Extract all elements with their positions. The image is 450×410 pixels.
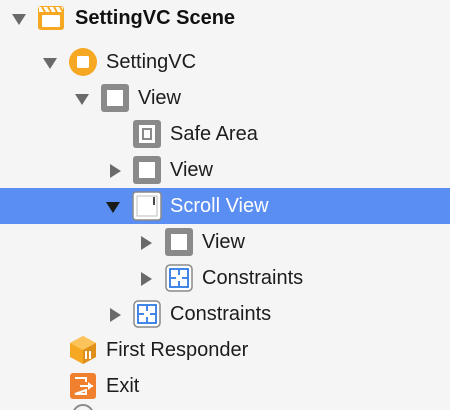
view-controller-label: SettingVC	[106, 51, 197, 73]
outline-row-partial	[0, 404, 450, 410]
disclosure-expanded-icon[interactable]	[74, 91, 90, 107]
outline-row-scroll-view[interactable]: Scroll View	[0, 188, 450, 224]
first-responder-label: First Responder	[106, 339, 249, 361]
disclosure-expanded-icon[interactable]	[42, 55, 58, 71]
disclosure-collapsed-icon[interactable]	[138, 271, 154, 287]
scene-label: SettingVC Scene	[75, 7, 236, 29]
disclosure-collapsed-icon[interactable]	[107, 163, 123, 179]
outline-row-safe-area[interactable]: Safe Area	[0, 116, 450, 152]
outline-row-view-controller[interactable]: SettingVC	[0, 44, 450, 80]
outline-row-first-responder[interactable]: First Responder	[0, 332, 450, 368]
outline-row-scroll-content-view[interactable]: View	[0, 224, 450, 260]
view-icon	[132, 155, 162, 185]
constraints-icon	[164, 263, 194, 293]
scene-icon	[36, 3, 66, 33]
root-view-label: View	[138, 87, 181, 109]
constraints-icon	[132, 299, 162, 329]
outline-row-scroll-constraints[interactable]: Constraints	[0, 260, 450, 296]
scroll-content-view-label: View	[202, 231, 245, 253]
view-constraints-label: Constraints	[170, 303, 272, 325]
safe-area-label: Safe Area	[170, 123, 258, 145]
document-outline: SettingVC Scene SettingVC View Safe Area…	[0, 0, 450, 410]
view-icon	[100, 83, 130, 113]
view-controller-icon	[68, 47, 98, 77]
exit-icon	[68, 371, 98, 401]
outline-row-view-constraints[interactable]: Constraints	[0, 296, 450, 332]
outline-row-child-view[interactable]: View	[0, 152, 450, 188]
disclosure-expanded-icon[interactable]	[105, 199, 121, 215]
exit-label: Exit	[106, 375, 140, 397]
child-view-label: View	[170, 159, 213, 181]
disclosure-expanded-icon[interactable]	[11, 11, 27, 27]
view-icon	[164, 227, 194, 257]
safe-area-icon	[132, 119, 162, 149]
disclosure-collapsed-icon[interactable]	[107, 307, 123, 323]
outline-row-root-view[interactable]: View	[0, 80, 450, 116]
scroll-view-label: Scroll View	[170, 195, 269, 217]
outline-row-exit[interactable]: Exit	[0, 368, 450, 404]
partial-next-icon	[72, 404, 94, 410]
outline-row-scene[interactable]: SettingVC Scene	[0, 0, 450, 36]
scroll-constraints-label: Constraints	[202, 267, 304, 289]
disclosure-collapsed-icon[interactable]	[138, 235, 154, 251]
scroll-view-icon	[132, 191, 162, 221]
first-responder-icon	[68, 335, 98, 365]
